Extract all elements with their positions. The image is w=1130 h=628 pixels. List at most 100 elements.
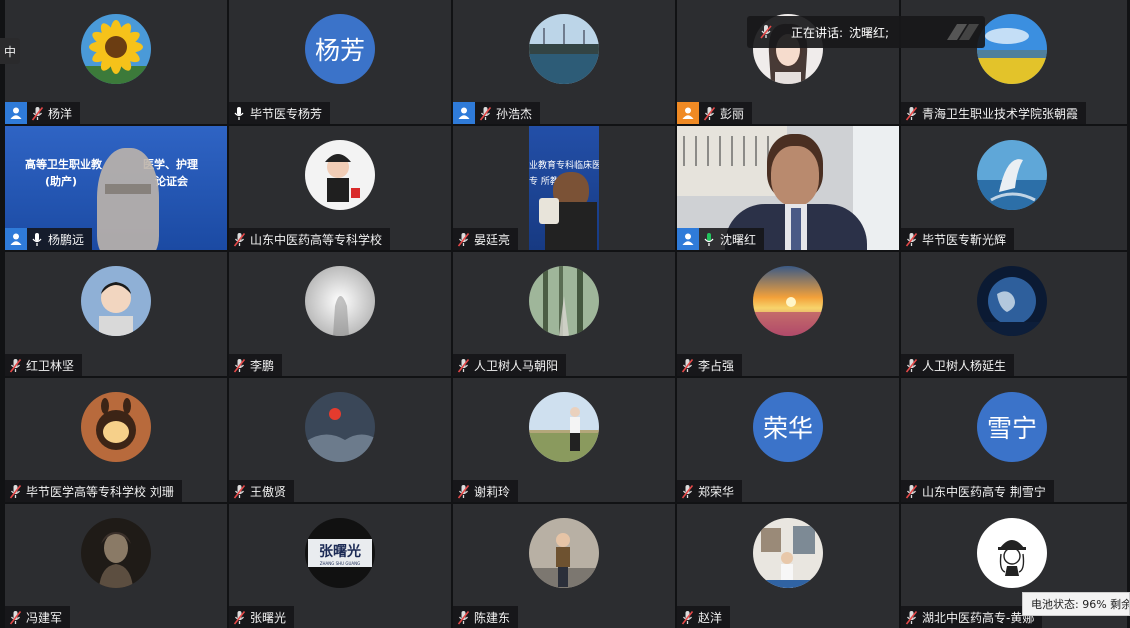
slide-text: 高等卫生职业教 [25,158,102,171]
host-person-icon [5,228,27,250]
participant-tile[interactable]: 人卫树人马朝阳 [453,252,675,376]
speaking-prefix: 正在讲话: [791,25,844,40]
participant-tile[interactable]: 业教育专科临床医 专 所教材 晏廷亮 [453,126,675,250]
participant-label: 谢莉玲 [453,480,519,502]
participant-tile[interactable]: 李鹏 [229,252,451,376]
participant-tile[interactable]: 王傲贤 [229,378,451,502]
mic-muted-icon[interactable] [5,606,25,628]
participant-name: 青海卫生职业技术学院张朝霞 [922,106,1079,121]
participant-label: 王傲贤 [229,480,295,502]
participant-label: 彭丽 [677,102,753,124]
participant-name: 孙浩杰 [496,106,533,121]
mic-muted-icon[interactable] [475,102,495,124]
participant-name: 赵洋 [698,610,723,625]
participant-tile[interactable]: 谢莉玲 [453,378,675,502]
participant-label: 青海卫生职业技术学院张朝霞 [901,102,1087,124]
participant-tile[interactable]: 沈曙红 [677,126,899,250]
ime-indicator[interactable]: 中 [0,38,20,64]
participant-tile[interactable]: 李占强 [677,252,899,376]
participant-label: 冯建军 [5,606,71,628]
participant-name: 山东中医药高等专科学校 [250,232,383,247]
avatar [529,518,599,588]
participant-tile[interactable]: 毕节医学高等专科学校 刘珊 [5,378,227,502]
participant-label: 毕节医学高等专科学校 刘珊 [5,480,182,502]
participant-label: 陈建东 [453,606,519,628]
mic-muted-icon[interactable] [677,480,697,502]
participant-tile[interactable]: 孙浩杰 [453,0,675,124]
participant-name: 晏廷亮 [474,232,511,247]
mic-muted-icon[interactable] [677,606,697,628]
participant-label: 山东中医药高专 荆雪宁 [901,480,1054,502]
participant-tile[interactable]: 杨芳毕节医专杨芳 [229,0,451,124]
mic-muted-icon[interactable] [5,354,25,376]
mic-muted-icon[interactable] [27,102,47,124]
participant-tile[interactable]: 高等卫生职业教 医学、护理 (助产) 论证会 杨鹏远 [5,126,227,250]
participant-label: 毕节医专杨芳 [229,102,331,124]
participant-tile[interactable]: 张曙光 ZHANG SHU GUANG 张曙光 [229,504,451,628]
participant-tile[interactable]: 荣华 郑荣华 [677,378,899,502]
mic-muted-icon[interactable] [699,102,719,124]
participant-label: 杨鹏远 [5,228,93,250]
avatar [305,140,375,210]
participant-tile[interactable]: 杨洋 [5,0,227,124]
mic-muted-icon[interactable] [5,480,25,502]
participant-label: 李鹏 [229,354,283,376]
participant-label: 沈曙红 [677,228,765,250]
avatar [81,266,151,336]
mic-muted-icon[interactable] [453,480,473,502]
avatar [529,392,599,462]
participant-tile[interactable]: 红卫林坚 [5,252,227,376]
participant-name: 王傲贤 [250,484,287,499]
participant-name: 李占强 [698,358,735,373]
participant-name: 毕节医专杨芳 [250,106,323,121]
speaking-name: 沈曙红; [849,25,890,40]
participant-name: 山东中医药高专 荆雪宁 [922,484,1046,499]
participant-tile[interactable]: 山东中医药高等专科学校 [229,126,451,250]
participant-tile[interactable]: 人卫树人杨延生 [901,252,1127,376]
participant-label: 人卫树人杨延生 [901,354,1015,376]
avatar [305,266,375,336]
mic-muted-icon[interactable] [229,480,249,502]
participant-tile[interactable]: 陈建东 [453,504,675,628]
mic-icon[interactable] [229,102,249,124]
speaking-fade-icon [947,24,979,40]
participant-name: 冯建军 [26,610,63,625]
avatar: 杨芳 [305,14,375,84]
mic-muted-icon[interactable] [901,480,921,502]
mic-muted-icon[interactable] [901,606,921,628]
mic-icon[interactable] [27,228,47,250]
participant-name: 杨鹏远 [48,232,85,247]
avatar: 雪宁 [977,392,1047,462]
host-person-icon [677,228,699,250]
participant-name: 张曙光 [250,610,287,625]
mic-muted-icon[interactable] [901,354,921,376]
avatar [977,14,1047,84]
participant-tile[interactable]: 毕节医专靳光辉 [901,126,1127,250]
participant-tile[interactable]: 雪宁山东中医药高专 荆雪宁 [901,378,1127,502]
mic-muted-icon[interactable] [453,228,473,250]
participant-tile[interactable]: 冯建军 [5,504,227,628]
host-person-icon [453,102,475,124]
mic-muted-icon[interactable] [901,228,921,250]
host-person-icon [5,102,27,124]
participant-grid: 杨洋 杨芳 毕节医专杨芳 孙浩杰 彭丽 青海卫生职业技术学院张朝霞 高等卫生职业教 医学、… [5,0,1127,628]
avatar [977,140,1047,210]
avatar [753,266,823,336]
avatar [753,518,823,588]
avatar [81,14,151,84]
mic-muted-icon[interactable] [229,228,249,250]
mic-muted-icon[interactable] [901,102,921,124]
mic-muted-icon[interactable] [453,606,473,628]
participant-name: 人卫树人杨延生 [922,358,1007,373]
avatar: 荣华 [753,392,823,462]
mic-muted-icon[interactable] [453,354,473,376]
mic-active-icon[interactable] [699,228,719,250]
mic-muted-icon[interactable] [677,354,697,376]
mic-muted-icon[interactable] [229,354,249,376]
participant-name: 人卫树人马朝阳 [474,358,559,373]
participant-label: 张曙光 [229,606,295,628]
mic-muted-icon[interactable] [229,606,249,628]
participant-label: 杨洋 [5,102,81,124]
participant-tile[interactable]: 赵洋 [677,504,899,628]
participant-name: 李鹏 [250,358,275,373]
